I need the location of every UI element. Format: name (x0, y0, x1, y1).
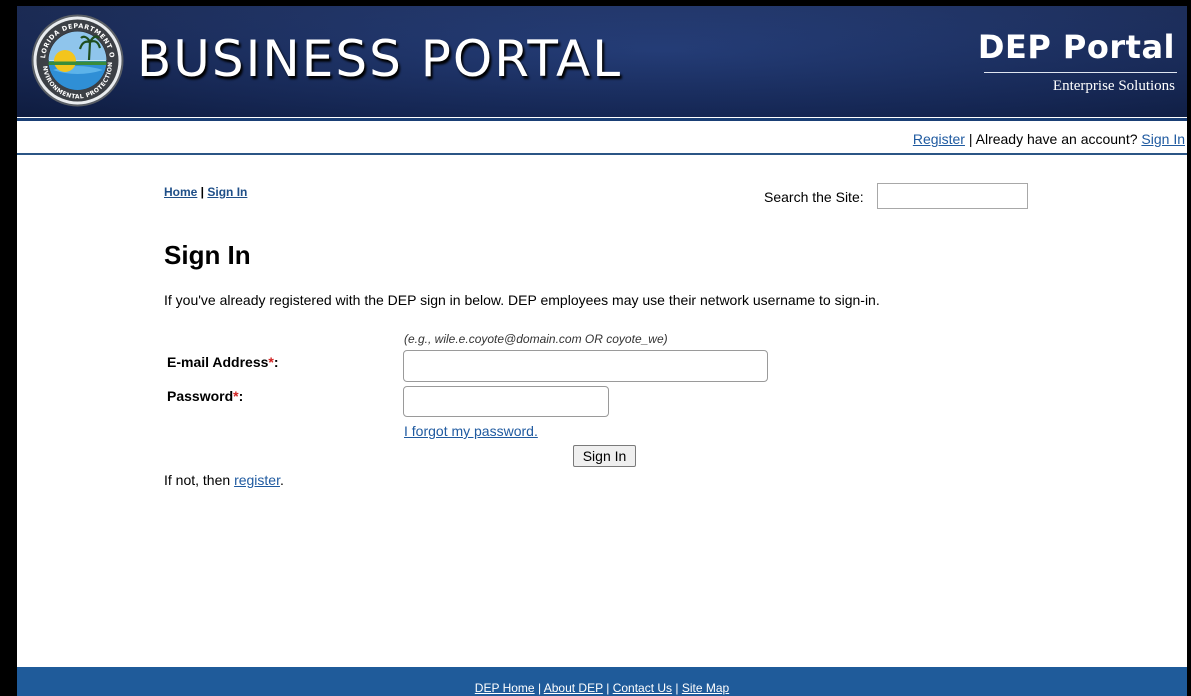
register-link[interactable]: Register (913, 131, 965, 147)
account-bar: Register | Already have an account? Sign… (17, 121, 1187, 155)
breadcrumb: Home | Sign In (164, 185, 247, 199)
email-field[interactable] (403, 350, 768, 382)
header-banner: FLORIDA DEPARTMENT OF ENVIRONMENTAL PROT… (17, 6, 1187, 117)
footer-link-dep-home[interactable]: DEP Home (475, 681, 535, 695)
dep-portal-brand: DEP Portal (977, 28, 1175, 66)
password-field[interactable] (403, 386, 609, 417)
brand-divider (984, 72, 1177, 73)
footer-link-about-dep[interactable]: About DEP (544, 681, 603, 695)
footer-link-contact-us[interactable]: Contact Us (613, 681, 672, 695)
account-links: Register | Already have an account? Sign… (913, 131, 1185, 147)
register-inline-link[interactable]: register (234, 472, 280, 488)
breadcrumb-home[interactable]: Home (164, 185, 197, 199)
footer-link-site-map[interactable]: Site Map (682, 681, 729, 695)
brand-subtitle: Enterprise Solutions (1052, 78, 1175, 94)
email-hint: (e.g., wile.e.coyote@domain.com OR coyot… (404, 332, 668, 346)
sign-in-button[interactable]: Sign In (573, 445, 636, 467)
account-separator: | (964, 131, 976, 147)
dep-seal-logo: FLORIDA DEPARTMENT OF ENVIRONMENTAL PROT… (31, 14, 124, 107)
footer: DEP Home | About DEP | Contact Us | Site… (17, 667, 1187, 696)
breadcrumb-separator: | (197, 185, 208, 199)
footer-links: DEP Home | About DEP | Contact Us | Site… (474, 681, 730, 695)
search-input[interactable] (877, 183, 1028, 209)
portal-title: BUSINESS PORTAL (137, 30, 623, 88)
forgot-password-link[interactable]: I forgot my password. (404, 423, 538, 439)
password-label: Password*: (167, 388, 244, 404)
breadcrumb-sign-in[interactable]: Sign In (207, 185, 247, 199)
page-title: Sign In (164, 240, 251, 270)
account-prompt: Already have an account? (975, 131, 1142, 147)
sign-in-link[interactable]: Sign In (1141, 131, 1185, 147)
register-prompt: If not, then register. (164, 472, 284, 488)
search-label: Search the Site: (764, 189, 864, 205)
email-label: E-mail Address*: (167, 354, 279, 370)
intro-text: If you've already registered with the DE… (164, 292, 880, 308)
